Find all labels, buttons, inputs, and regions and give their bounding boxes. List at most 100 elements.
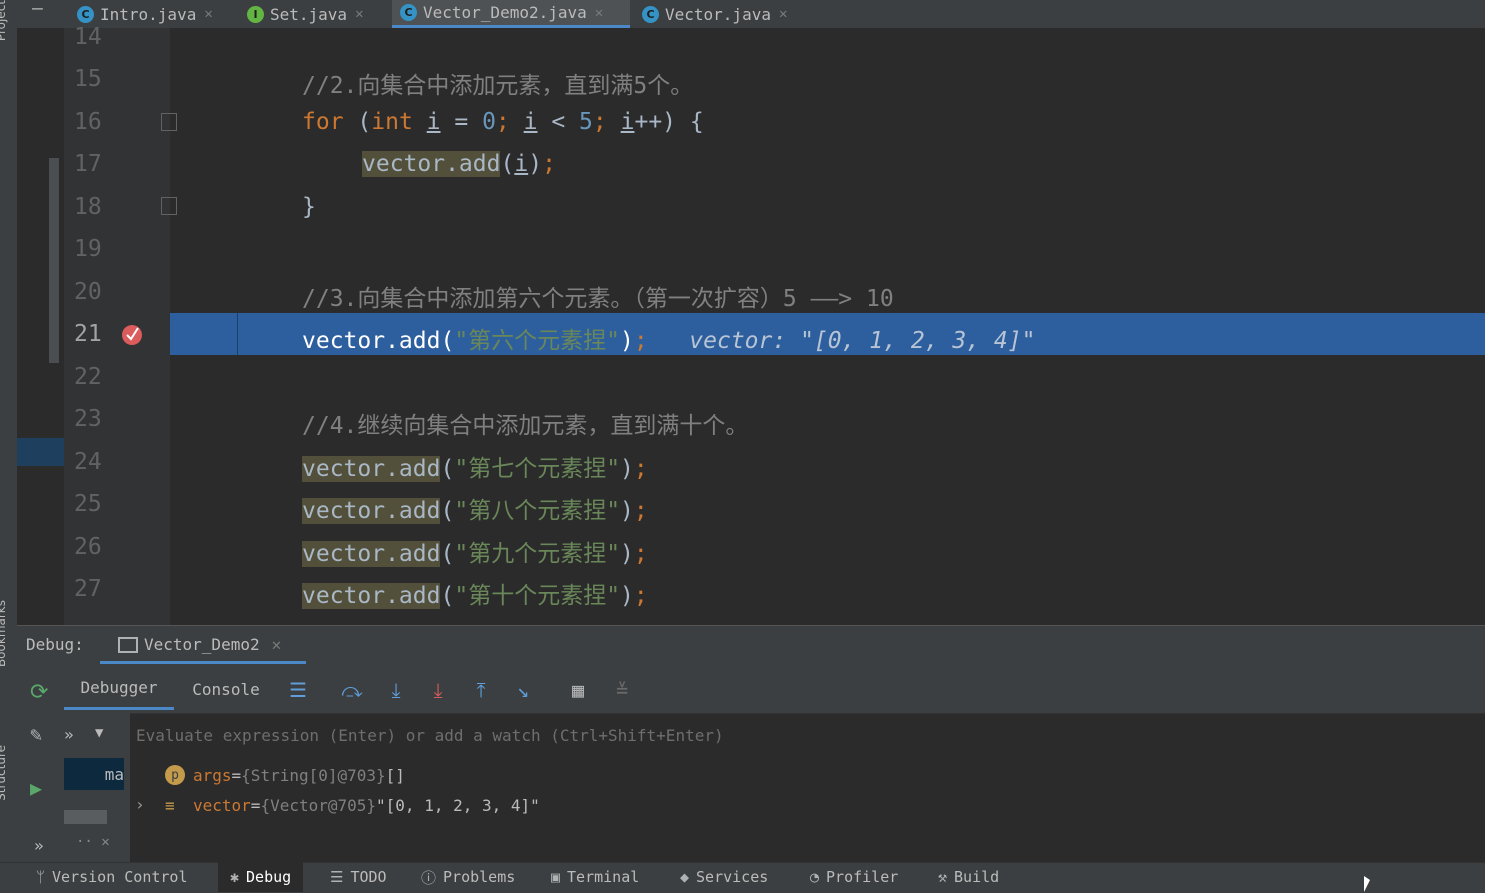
line-number: 16	[74, 109, 102, 135]
version-control-button[interactable]: ᛘ Version Control	[36, 862, 187, 892]
code-token: <	[537, 109, 580, 135]
rerun-icon[interactable]: ⟳	[30, 680, 48, 705]
close-icon[interactable]: ✕	[595, 5, 603, 21]
debug-button[interactable]: ✱ Debug	[218, 862, 304, 892]
chevron-right-icon[interactable]: ›	[135, 795, 145, 814]
evaluate-placeholder: Evaluate expression (Enter) or add a wat…	[136, 726, 724, 745]
method-call: vector.add	[302, 541, 441, 567]
frame-label: ma	[104, 764, 124, 784]
fold-start-icon[interactable]	[161, 113, 177, 131]
trace-icon[interactable]: ≚	[610, 678, 634, 702]
evaluate-expression-icon[interactable]: ▦	[566, 678, 590, 702]
tab-vector-java[interactable]: C Vector.java ✕	[642, 0, 817, 28]
code-token: ;	[633, 541, 648, 567]
code-token: ;	[495, 109, 510, 135]
code-line-add-i: vector.add(i);	[362, 151, 556, 177]
scrollbar-thumb[interactable]	[49, 158, 59, 363]
tab-vector-demo2-java[interactable]: C Vector_Demo2.java ✕	[392, 0, 630, 28]
method-call: vector.add	[302, 456, 441, 482]
variable-row-args[interactable]: p args = {String[0]@703} []	[165, 762, 405, 788]
inline-debug-value: vector: "[0, 1, 2, 3, 4]"	[689, 328, 1036, 354]
frames-ellipsis: ·· ✕	[76, 834, 110, 850]
editor-tab-bar: — C Intro.java ✕ I Set.java ✕ C Vector_D…	[17, 0, 1485, 29]
string-literal: "第八个元素捏"	[454, 498, 621, 524]
code-token: )	[620, 498, 634, 524]
variable-type: {String[0]@703}	[241, 765, 386, 785]
close-icon[interactable]: ✕	[779, 6, 787, 22]
code-line-add: vector.add("第九个元素捏");	[302, 534, 648, 568]
debug-session-tab[interactable]: Vector_Demo2 ✕	[100, 628, 306, 664]
tab-debugger[interactable]: Debugger	[64, 668, 174, 710]
line-number: 14	[74, 24, 102, 50]
code-token: (	[440, 583, 455, 609]
method-call: vector.add	[302, 583, 441, 609]
close-icon[interactable]: ✕	[204, 6, 212, 22]
line-number: 15	[74, 66, 102, 92]
line-number: 23	[74, 406, 102, 432]
variable-eq: =	[250, 795, 261, 815]
bookmarks-tool-button[interactable]: Bookmarks	[0, 600, 8, 667]
code-token: (	[343, 109, 372, 135]
string-literal: "第十个元素捏"	[454, 583, 621, 609]
project-tool-button[interactable]: Project	[0, 0, 8, 41]
resume-icon[interactable]: ▶	[30, 776, 42, 800]
show-execution-point-icon[interactable]: ☰	[286, 678, 310, 702]
settings-wrench-icon[interactable]: ✎	[30, 722, 42, 746]
structure-tool-button[interactable]: Structure	[0, 745, 8, 801]
code-line-brace: }	[302, 194, 316, 220]
services-button[interactable]: ◆ Services	[680, 862, 768, 892]
tab-set-java[interactable]: I Set.java ✕	[247, 0, 387, 28]
close-icon[interactable]: ✕	[355, 6, 363, 22]
step-into-icon[interactable]: ⤓	[384, 678, 408, 702]
code-line-current: vector.add("第六个元素捏"); vector: "[0, 1, 2,…	[302, 321, 1035, 355]
variable-value: "[0, 1, 2, 3, 4]"	[376, 795, 540, 815]
frames-scrollbar[interactable]	[64, 810, 107, 824]
app-icon	[118, 636, 138, 653]
force-step-into-icon[interactable]: ⤓	[426, 678, 450, 702]
line-number: 19	[74, 236, 102, 262]
tab-console[interactable]: Console	[180, 668, 272, 710]
button-label: Build	[954, 868, 1000, 886]
variable-token: i	[514, 151, 529, 177]
step-over-icon[interactable]: ⤼	[340, 678, 364, 702]
tool-window-strip: Project Bookmarks Structure	[0, 0, 18, 862]
terminal-button[interactable]: ▣ Terminal	[551, 862, 639, 892]
problems-button[interactable]: ⓘ Problems	[421, 862, 515, 892]
variable-row-vector[interactable]: ≡ vector = {Vector@705} "[0, 1, 2, 3, 4]…	[165, 792, 540, 818]
code-token: )	[620, 583, 634, 609]
code-token: =	[440, 109, 483, 135]
variable-name: vector	[193, 795, 251, 815]
build-button[interactable]: ⚒ Build	[938, 862, 999, 892]
project-tree-selection	[17, 438, 64, 466]
tab-label: Vector.java	[665, 4, 771, 24]
info-icon: ⓘ	[421, 868, 437, 887]
method-call: vector.add	[362, 151, 501, 177]
line-number: 17	[74, 151, 102, 177]
frame-item[interactable]: ma	[64, 758, 124, 790]
button-label: Services	[696, 868, 769, 886]
code-comment-line: //3.向集合中添加第六个元素。（第一次扩容）5 ——> 10	[302, 286, 894, 312]
line-number: 26	[74, 534, 102, 560]
code-token: ;	[633, 328, 648, 354]
code-token: ++) {	[634, 109, 704, 135]
method-call: vector.add(	[302, 328, 455, 354]
run-to-cursor-icon[interactable]: ↘	[511, 678, 535, 702]
todo-button[interactable]: ☰ TODO	[330, 862, 387, 892]
frames-more-icon[interactable]: »	[64, 725, 74, 744]
project-panel-edge	[17, 28, 64, 625]
code-token: (	[500, 151, 515, 177]
chevron-down-icon[interactable]: ▼	[95, 725, 103, 741]
evaluate-expression-field[interactable]: Evaluate expression (Enter) or add a wat…	[130, 713, 1485, 759]
button-label: Terminal	[567, 868, 640, 886]
step-out-icon[interactable]: ⤒	[469, 678, 493, 702]
profiler-button[interactable]: ◔ Profiler	[810, 862, 898, 892]
more-icon[interactable]: »	[34, 836, 44, 855]
variable-name: args	[193, 765, 232, 785]
minimize-icon[interactable]: —	[32, 0, 43, 28]
close-icon[interactable]: ✕	[272, 635, 282, 654]
variable-token: i	[426, 109, 441, 135]
breakpoint-icon[interactable]	[120, 322, 144, 346]
fold-end-icon[interactable]	[161, 197, 177, 215]
keyword: for	[302, 109, 344, 135]
button-label: Profiler	[826, 868, 899, 886]
